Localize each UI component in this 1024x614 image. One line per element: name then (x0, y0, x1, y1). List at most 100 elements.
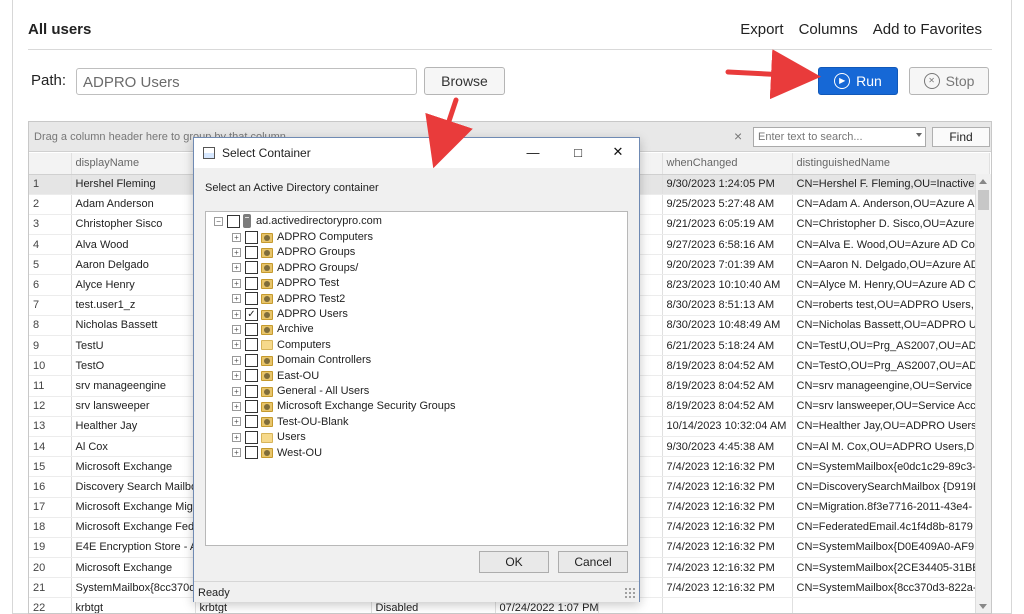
root-checkbox[interactable] (227, 214, 240, 228)
tree-item[interactable]: + General - All Users (232, 383, 369, 399)
expand-icon[interactable]: + (232, 386, 241, 396)
tree-root[interactable]: − ad.activedirectorypro.com (214, 213, 382, 229)
tree-item[interactable]: + Archive (232, 321, 314, 337)
when-changed-cell[interactable]: 9/21/2023 6:05:19 AM (662, 214, 793, 236)
scroll-up-icon[interactable] (979, 179, 987, 184)
display-name-cell[interactable]: Christopher Sisco (71, 214, 196, 236)
display-name-header[interactable]: displayName (71, 153, 196, 175)
row-number[interactable]: 7 (29, 295, 72, 316)
expand-icon[interactable]: + (232, 448, 241, 458)
expand-icon[interactable]: + (232, 401, 241, 411)
tree-item[interactable]: + Computers (232, 337, 331, 353)
expand-icon[interactable]: + (232, 371, 241, 381)
tree-item[interactable]: + ADPRO Computers (232, 229, 373, 245)
export-link[interactable]: Export (740, 21, 783, 38)
maximize-icon[interactable]: □ (571, 145, 585, 160)
when-changed-cell[interactable]: 7/4/2023 12:16:32 PM (662, 557, 793, 579)
ok-button[interactable]: OK (479, 551, 549, 573)
expand-icon[interactable]: + (232, 247, 241, 257)
expand-icon[interactable]: + (232, 340, 241, 350)
distinguished-name-cell[interactable]: CN=Al M. Cox,OU=ADPRO Users,DC (792, 436, 990, 458)
collapse-icon[interactable]: − (214, 216, 223, 226)
row-number[interactable]: 21 (29, 577, 72, 599)
distinguished-name-cell[interactable]: CN=SystemMailbox{e0dc1c29-89c3- (792, 456, 990, 478)
expand-icon[interactable]: + (232, 309, 241, 319)
tree-checkbox[interactable] (245, 245, 258, 259)
tree-item[interactable]: + West-OU (232, 445, 322, 461)
tree-item[interactable]: + Test-OU-Blank (232, 414, 349, 430)
when-changed-cell[interactable]: 7/4/2023 12:16:32 PM (662, 537, 793, 559)
distinguished-name-cell[interactable]: CN=Hershel F. Fleming,OU=Inactive (792, 174, 990, 195)
cancel-button[interactable]: Cancel (558, 551, 628, 573)
close-icon[interactable]: ✕ (611, 144, 625, 159)
expand-icon[interactable]: + (232, 355, 241, 365)
when-changed-cell[interactable]: 9/27/2023 6:58:16 AM (662, 234, 793, 256)
display-name-cell[interactable]: srv manageengine (71, 375, 196, 397)
distinguished-name-cell[interactable]: CN=SystemMailbox{2CE34405-31BE (792, 557, 990, 579)
display-name-cell[interactable]: krbtgt (71, 597, 196, 613)
display-name-cell[interactable]: Healther Jay (71, 416, 196, 437)
tree-checkbox[interactable]: ✓ (245, 307, 258, 321)
vertical-scrollbar[interactable] (975, 174, 991, 613)
when-changed-cell[interactable]: 8/19/2023 8:04:52 AM (662, 355, 793, 377)
expand-icon[interactable]: + (232, 324, 241, 334)
row-number[interactable]: 14 (29, 436, 72, 458)
row-number[interactable]: 9 (29, 335, 72, 357)
display-name-cell[interactable]: Discovery Search Mailbox (71, 476, 196, 498)
tree-checkbox[interactable] (245, 261, 258, 275)
distinguished-name-cell[interactable]: CN=Alyce M. Henry,OU=Azure AD C (792, 274, 990, 296)
tree-item[interactable]: + Microsoft Exchange Security Groups (232, 398, 456, 414)
distinguished-name-cell[interactable]: CN=srv manageengine,OU=Service (792, 375, 990, 397)
tree-item[interactable]: + ADPRO Test (232, 275, 339, 291)
distinguished-name-cell[interactable]: CN=Christopher D. Sisco,OU=Azure (792, 214, 990, 236)
display-name-cell[interactable]: Aaron Delgado (71, 254, 196, 276)
grid-search-input[interactable]: Enter text to search... (753, 127, 926, 147)
distinguished-name-cell[interactable]: CN=SystemMailbox{D0E409A0-AF9E (792, 537, 990, 559)
when-changed-cell[interactable]: 8/30/2023 10:48:49 AM (662, 315, 793, 337)
expand-icon[interactable]: + (232, 294, 241, 304)
distinguished-name-cell[interactable]: CN=Adam A. Anderson,OU=Azure AD (792, 194, 990, 215)
tree-item[interactable]: + ADPRO Test2 (232, 291, 345, 307)
row-number[interactable]: 2 (29, 194, 72, 215)
display-name-cell[interactable]: TestU (71, 335, 196, 357)
distinguished-name-header[interactable]: distinguishedName (792, 153, 990, 175)
row-number[interactable]: 13 (29, 416, 72, 437)
row-number[interactable]: 12 (29, 396, 72, 417)
run-button[interactable]: ▶ Run (818, 67, 898, 95)
distinguished-name-cell[interactable]: CN=DiscoverySearchMailbox {D919E (792, 476, 990, 498)
row-number[interactable]: 6 (29, 274, 72, 296)
display-name-cell[interactable]: Microsoft Exchange (71, 557, 196, 579)
row-number[interactable]: 10 (29, 355, 72, 377)
clear-search-icon[interactable]: × (734, 128, 742, 144)
distinguished-name-cell[interactable]: CN=roberts test,OU=ADPRO Users, (792, 295, 990, 316)
expand-icon[interactable]: + (232, 232, 241, 242)
tree-item[interactable]: + ✓ ADPRO Users (232, 306, 348, 322)
display-name-cell[interactable]: Adam Anderson (71, 194, 196, 215)
display-name-cell[interactable]: Microsoft Exchange Fede (71, 517, 196, 538)
distinguished-name-cell[interactable]: CN=Healther Jay,OU=ADPRO Users (792, 416, 990, 437)
when-changed-cell[interactable]: 9/25/2023 5:27:48 AM (662, 194, 793, 215)
expand-icon[interactable]: + (232, 278, 241, 288)
tree-checkbox[interactable] (245, 338, 258, 352)
tree-checkbox[interactable] (245, 276, 258, 290)
tree-checkbox[interactable] (245, 369, 258, 383)
display-name-cell[interactable]: Hershel Fleming (71, 174, 196, 195)
tree-checkbox[interactable] (245, 399, 258, 413)
row-number[interactable]: 18 (29, 517, 72, 538)
tree-checkbox[interactable] (245, 430, 258, 444)
display-name-cell[interactable]: Microsoft Exchange (71, 456, 196, 478)
display-name-cell[interactable]: Nicholas Bassett (71, 315, 196, 337)
when-changed-cell[interactable]: 7/4/2023 12:16:32 PM (662, 517, 793, 538)
tree-checkbox[interactable] (245, 415, 258, 429)
when-changed-cell[interactable]: 7/4/2023 12:16:32 PM (662, 476, 793, 498)
minimize-icon[interactable]: — (526, 145, 540, 160)
tree-item[interactable]: + ADPRO Groups/ (232, 260, 358, 276)
when-changed-cell[interactable]: 8/19/2023 8:04:52 AM (662, 375, 793, 397)
tree-item[interactable]: + ADPRO Groups (232, 244, 355, 260)
search-dropdown-icon[interactable] (916, 133, 922, 137)
display-name-cell[interactable]: Alva Wood (71, 234, 196, 256)
distinguished-name-cell[interactable]: CN=TestO,OU=Prg_AS2007,OU=AD (792, 355, 990, 377)
when-changed-cell[interactable]: 9/30/2023 1:24:05 PM (662, 174, 793, 195)
distinguished-name-cell[interactable]: CN=FederatedEmail.4c1f4d8b-8179 (792, 517, 990, 538)
scroll-down-icon[interactable] (979, 604, 987, 609)
